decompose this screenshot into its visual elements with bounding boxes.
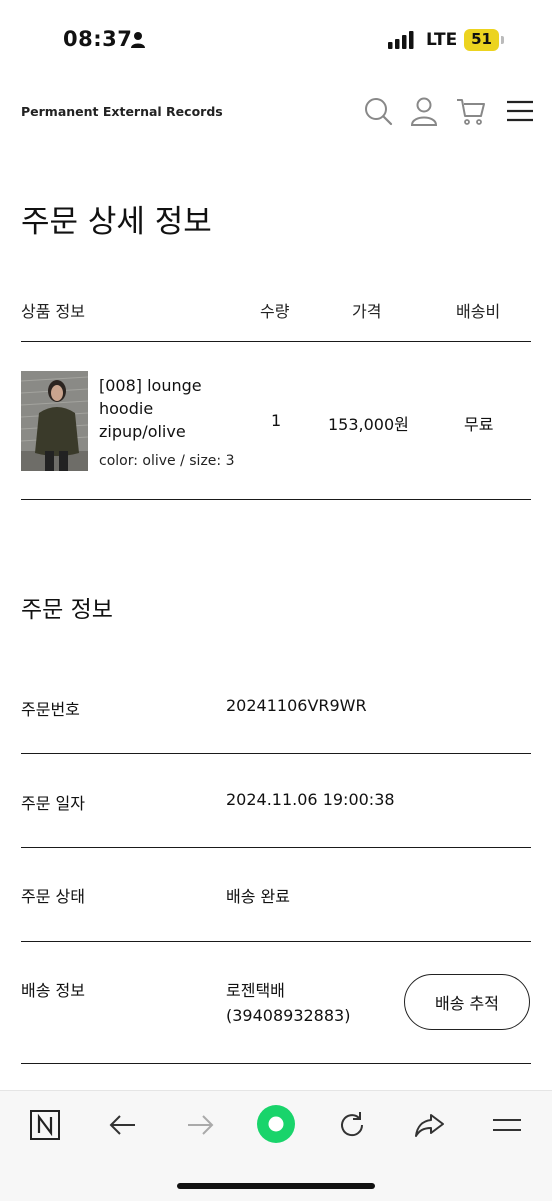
product-shipping-fee: 무료 (464, 415, 494, 434)
divider (21, 499, 531, 500)
header-quantity: 수량 (260, 302, 290, 321)
divider (21, 753, 531, 754)
order-date-value: 2024.11.06 19:00:38 (226, 790, 395, 809)
divider (21, 847, 531, 848)
divider (21, 341, 531, 342)
header-shipping-fee: 배송비 (456, 302, 501, 321)
battery-icon: 51 (464, 29, 504, 51)
home-indicator[interactable] (177, 1183, 375, 1189)
product-thumbnail[interactable] (21, 371, 88, 471)
courier-name: 로젠택배 (226, 981, 285, 1000)
network-type: LTE (426, 30, 458, 50)
order-number-value: 20241106VR9WR (226, 696, 367, 715)
header-product-info: 상품 정보 (21, 302, 85, 321)
product-name[interactable]: [008] lounge hoodie zipup/olive (99, 374, 239, 443)
tracking-number: (39408932883) (226, 1006, 351, 1025)
search-icon[interactable] (363, 96, 393, 126)
track-delivery-button[interactable]: 배송 추적 (404, 974, 530, 1030)
product-quantity: 1 (271, 411, 282, 430)
status-time: 08:37 (63, 27, 133, 51)
order-info-title: 주문 정보 (21, 597, 113, 623)
header-price: 가격 (352, 302, 382, 321)
reload-icon[interactable] (335, 1108, 369, 1142)
order-status-value: 배송 완료 (226, 887, 290, 906)
divider (21, 1063, 531, 1064)
order-status-label: 주문 상태 (21, 887, 85, 906)
signal-icon (388, 31, 414, 49)
hamburger-menu-icon[interactable] (505, 96, 535, 126)
delivery-info-label: 배송 정보 (21, 981, 85, 1000)
share-icon[interactable] (412, 1108, 446, 1142)
naver-n-icon[interactable] (28, 1108, 62, 1142)
forward-arrow-icon[interactable] (183, 1108, 217, 1142)
battery-level: 51 (471, 30, 492, 48)
menu-icon[interactable] (490, 1108, 524, 1142)
back-arrow-icon[interactable] (106, 1108, 140, 1142)
product-options: color: olive / size: 3 (99, 453, 235, 469)
cart-icon[interactable] (456, 96, 486, 126)
product-price: 153,000원 (328, 415, 409, 434)
divider (21, 941, 531, 942)
order-date-label: 주문 일자 (21, 794, 85, 813)
account-icon[interactable] (409, 96, 439, 126)
page-title: 주문 상세 정보 (21, 204, 212, 240)
order-number-label: 주문번호 (21, 700, 80, 719)
home-circle-icon[interactable] (256, 1104, 296, 1144)
person-icon (131, 32, 145, 48)
brand-logo[interactable]: Permanent External Records (21, 104, 223, 119)
